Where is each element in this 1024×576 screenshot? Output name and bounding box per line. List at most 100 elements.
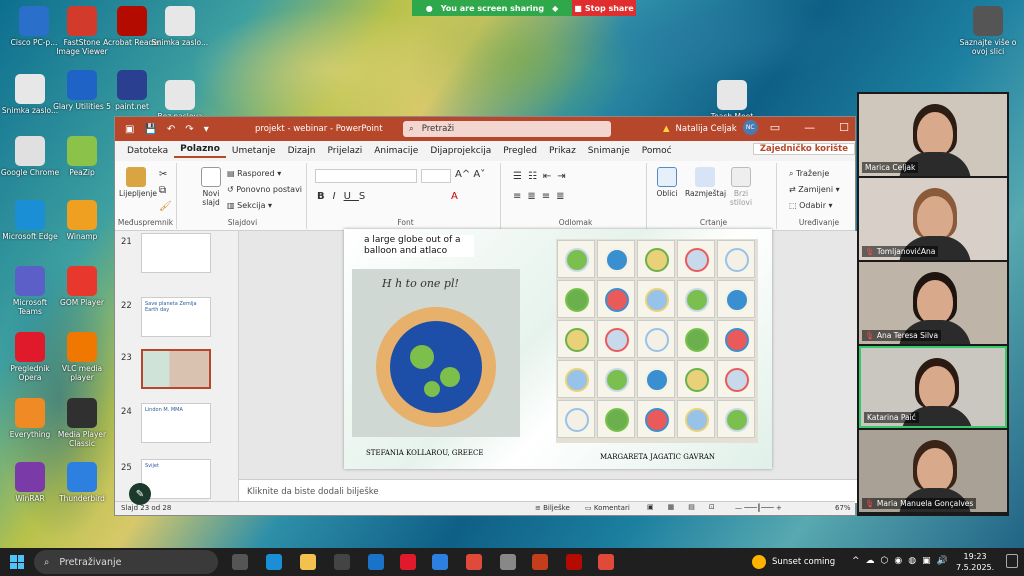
tab-2[interactable]: Umetanje — [226, 146, 282, 156]
windows-start-icon[interactable] — [10, 555, 24, 569]
slide-thumbnail[interactable]: Lindon M. MMA — [141, 403, 211, 443]
slide-thumbnail[interactable] — [141, 233, 211, 273]
tab-5[interactable]: Animacije — [368, 146, 424, 156]
cut-icon[interactable]: ✂ — [159, 169, 167, 180]
chrome-icon[interactable] — [466, 554, 482, 570]
participant-tile[interactable]: Marica Celjak — [859, 94, 1007, 176]
grow-font-icon[interactable]: A^ A˅ — [455, 169, 485, 180]
settings-icon[interactable] — [500, 554, 516, 570]
zoom-level[interactable]: 67% — [835, 504, 851, 512]
minimize-icon[interactable]: — — [804, 121, 815, 134]
desktop-icon-20[interactable]: Teach Meet — [702, 80, 762, 121]
desktop-icon-10[interactable]: Microsoft Edge — [0, 200, 60, 241]
acrobat-icon[interactable] — [566, 554, 582, 570]
file-explorer-icon[interactable] — [300, 554, 316, 570]
tab-8[interactable]: Prikaz — [543, 146, 582, 156]
avatar[interactable]: NC — [742, 120, 758, 135]
desktop-icon-16[interactable]: Everything — [0, 398, 60, 439]
search-box[interactable]: ⌕ Pretraži — [403, 121, 611, 137]
tab-9[interactable]: Snimanje — [582, 146, 636, 156]
redo-icon[interactable]: ↷ — [185, 124, 193, 135]
layout-button[interactable]: ▤ Raspored ▾ — [227, 169, 281, 178]
desktop-icon-17[interactable]: Media Player Classic — [52, 398, 112, 448]
desktop-icon-4[interactable]: Snimka zaslo... — [0, 74, 60, 115]
clock[interactable]: 19:23 7.5.2025. — [956, 551, 994, 573]
font-family-select[interactable] — [315, 169, 417, 183]
view-buttons[interactable]: ▣▦▤⊡ — [647, 503, 729, 511]
tab-1[interactable]: Polazno — [174, 144, 226, 158]
font-size-select[interactable] — [421, 169, 451, 183]
participant-tile[interactable]: Katarina Paić — [859, 346, 1007, 428]
desktop-icon-3[interactable]: Snimka zaslo... — [150, 6, 210, 47]
comments-toggle[interactable]: ▭ Komentari — [585, 504, 630, 512]
desktop-icon-21[interactable]: Saznajte više o ovoj slici — [958, 6, 1018, 56]
desktop-icon-12[interactable]: Microsoft Teams — [0, 266, 60, 316]
system-tray-icons[interactable]: ^☁⬡◉◍▣🔊 — [852, 556, 954, 566]
zoom-slider[interactable]: — ───┃─── + — [735, 504, 782, 512]
store-icon[interactable] — [334, 554, 350, 570]
list-icons[interactable]: ☰☷⇤⇥ — [513, 171, 572, 182]
chrome-icon[interactable] — [598, 554, 614, 570]
weather-widget[interactable]: Sunset coming — [752, 555, 835, 569]
desktop-icon-18[interactable]: WinRAR — [0, 462, 60, 503]
slide-thumbnail[interactable] — [141, 349, 211, 389]
slide-thumbnail-pane[interactable]: 21 22 Save planeta Zemlja Earth day 23 24 Lin… — [115, 231, 239, 503]
notes-toggle[interactable]: ≡ Bilješke — [535, 504, 570, 512]
slide-thumbnail[interactable]: Svijet — [141, 459, 211, 499]
desktop-icon-15[interactable]: VLC media player — [52, 332, 112, 382]
customize-icon[interactable]: ▾ — [204, 124, 209, 135]
taskbar-search[interactable]: ⌕ Pretraživanje — [34, 550, 218, 574]
font-color-icon[interactable]: A — [451, 191, 458, 202]
tab-7[interactable]: Pregled — [497, 146, 543, 156]
notes-pane[interactable]: Kliknite da biste dodali bilješke — [239, 479, 857, 503]
desktop-icon-9[interactable]: PeaZip — [52, 136, 112, 177]
desktop-icon-13[interactable]: GOM Player — [52, 266, 112, 307]
edge-icon[interactable] — [266, 554, 282, 570]
reset-button[interactable]: ↺ Ponovno postavi — [227, 185, 302, 194]
quick-styles-button[interactable]: Brzi stilovi — [727, 167, 755, 207]
section-button[interactable]: ▥ Sekcija ▾ — [227, 201, 272, 210]
shapes-button[interactable]: Oblici — [655, 167, 679, 198]
share-button[interactable]: Zajedničko korište — [752, 143, 855, 155]
autosave-icon[interactable]: ▣ — [125, 124, 134, 135]
thunderbird-icon[interactable] — [432, 554, 448, 570]
desktop-icon-7[interactable]: Bez naslova — [150, 80, 210, 121]
arrange-button[interactable]: Razmještaj — [685, 167, 726, 198]
tab-4[interactable]: Prijelazi — [321, 146, 368, 156]
paste-button[interactable]: Lijepljenje — [119, 167, 157, 198]
tab-0[interactable]: Datoteka — [121, 146, 174, 156]
replace-button[interactable]: ⇄ Zamijeni ▾ — [789, 185, 840, 194]
font-format-icons[interactable]: BIUS — [317, 191, 373, 202]
undo-icon[interactable]: ↶ — [167, 124, 175, 135]
new-slide-button[interactable]: Novi slajd — [197, 167, 225, 207]
slide-thumbnail[interactable]: Save planeta Zemlja Earth day — [141, 297, 211, 337]
save-icon[interactable]: 💾 — [144, 124, 156, 135]
maximize-icon[interactable]: ☐ — [839, 121, 849, 134]
pen-icon[interactable]: ✎ — [129, 483, 151, 505]
format-painter-icon[interactable]: 🖌 — [159, 201, 172, 212]
task-view-icon[interactable] — [232, 554, 248, 570]
desktop-icon-14[interactable]: Preglednik Opera — [0, 332, 60, 382]
tab-10[interactable]: Pomoć — [636, 146, 678, 156]
desktop-icon-11[interactable]: Winamp — [52, 200, 112, 241]
select-button[interactable]: ⬚ Odabir ▾ — [789, 201, 833, 210]
participant-tile[interactable]: 🎙︎ Ana Teresa Silva — [859, 262, 1007, 344]
copy-icon[interactable]: ⧉ — [159, 185, 166, 196]
stop-share-button[interactable]: ■ Stop share — [572, 0, 636, 16]
align-icons[interactable]: ≡≣≡≣ — [513, 191, 571, 202]
desktop-icon-8[interactable]: Google Chrome — [0, 136, 60, 177]
tab-6[interactable]: Dijaprojekcija — [424, 146, 497, 156]
drawing-tile — [557, 320, 595, 358]
outlook-icon[interactable] — [368, 554, 384, 570]
participant-tile[interactable]: 🎙︎ Maria Manuela Gonçalves — [859, 430, 1007, 512]
ribbon-display-icon[interactable]: ▭ — [770, 121, 780, 134]
powerpoint-icon[interactable] — [532, 554, 548, 570]
opera-icon[interactable] — [400, 554, 416, 570]
find-button[interactable]: ⌕ Traženje — [789, 169, 829, 179]
current-slide[interactable]: a large globe out of a balloon and atlac… — [344, 229, 772, 469]
user-area[interactable]: ▲ Natalija Celjak NC — [663, 120, 758, 135]
tab-3[interactable]: Dizajn — [282, 146, 322, 156]
participant-tile[interactable]: 🎙︎ TomljanovićAna — [859, 178, 1007, 260]
notification-icon[interactable] — [1006, 554, 1018, 568]
desktop-icon-19[interactable]: Thunderbird — [52, 462, 112, 503]
